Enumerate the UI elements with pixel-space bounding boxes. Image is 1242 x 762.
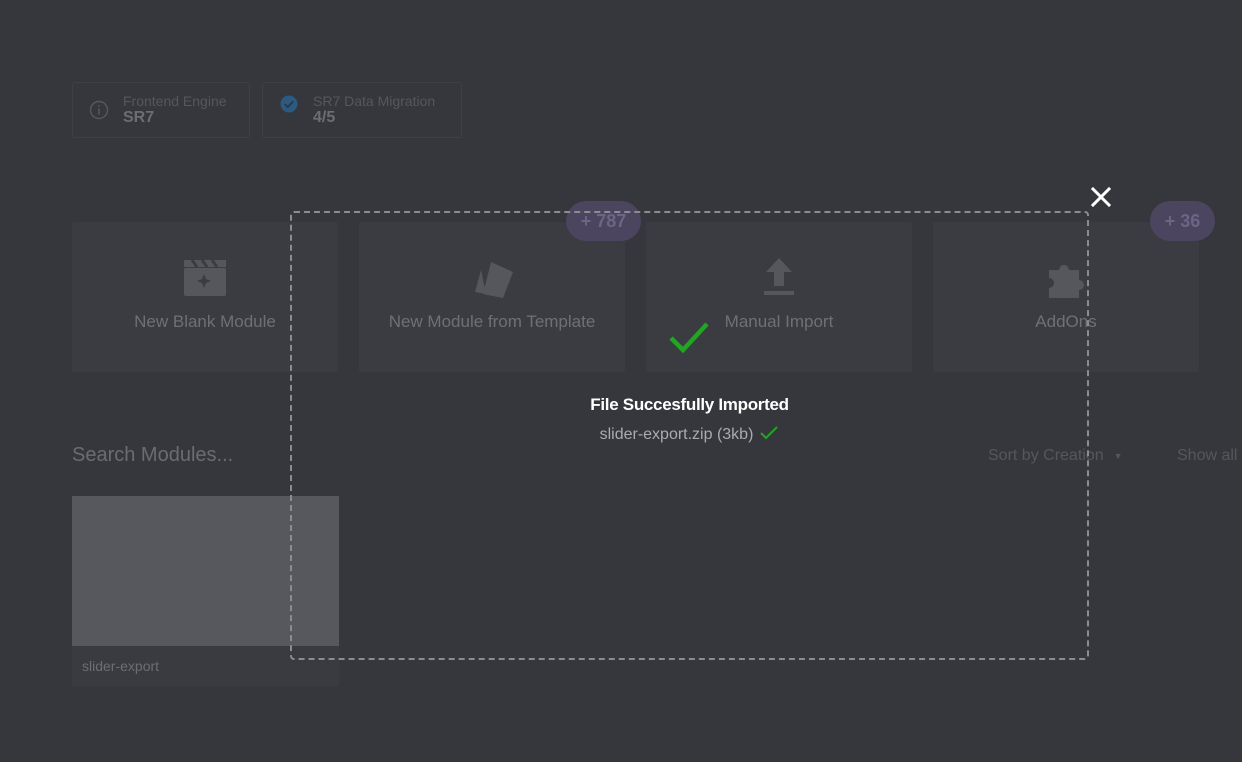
import-success-title: File Succesfully Imported	[590, 395, 789, 414]
import-overlay: File Succesfully Imported slider-export.…	[0, 0, 1242, 762]
imported-file-info: slider-export.zip (3kb)	[599, 426, 754, 443]
close-icon[interactable]	[1089, 185, 1113, 209]
checkmark-icon	[669, 322, 709, 354]
imported-file-line: slider-export.zip (3kb)	[290, 425, 1089, 444]
file-check-icon	[760, 426, 779, 440]
